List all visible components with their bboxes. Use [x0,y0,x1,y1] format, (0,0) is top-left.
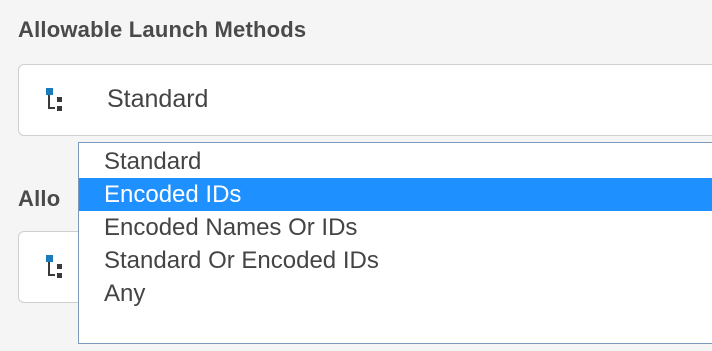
dropdown-option-standard-or-encoded-ids[interactable]: Standard Or Encoded IDs [79,244,712,277]
launch-methods-select[interactable]: Standard [18,64,712,136]
hierarchy-icon [44,254,66,282]
select-current-value: Standard [107,85,209,113]
dropdown-option-standard[interactable]: Standard [79,145,712,178]
hierarchy-icon [44,87,66,115]
dropdown-option-encoded-names-or-ids[interactable]: Encoded Names Or IDs [79,211,712,244]
allowable-launch-methods-label: Allowable Launch Methods [18,17,307,42]
launch-methods-dropdown-list: Standard Encoded IDs Encoded Names Or ID… [78,142,712,344]
dropdown-option-any[interactable]: Any [79,277,712,310]
dropdown-option-encoded-ids[interactable]: Encoded IDs [79,178,712,211]
second-section-label: Allo [18,186,61,211]
page: Allowable Launch Methods Standard Allo S… [0,0,712,351]
